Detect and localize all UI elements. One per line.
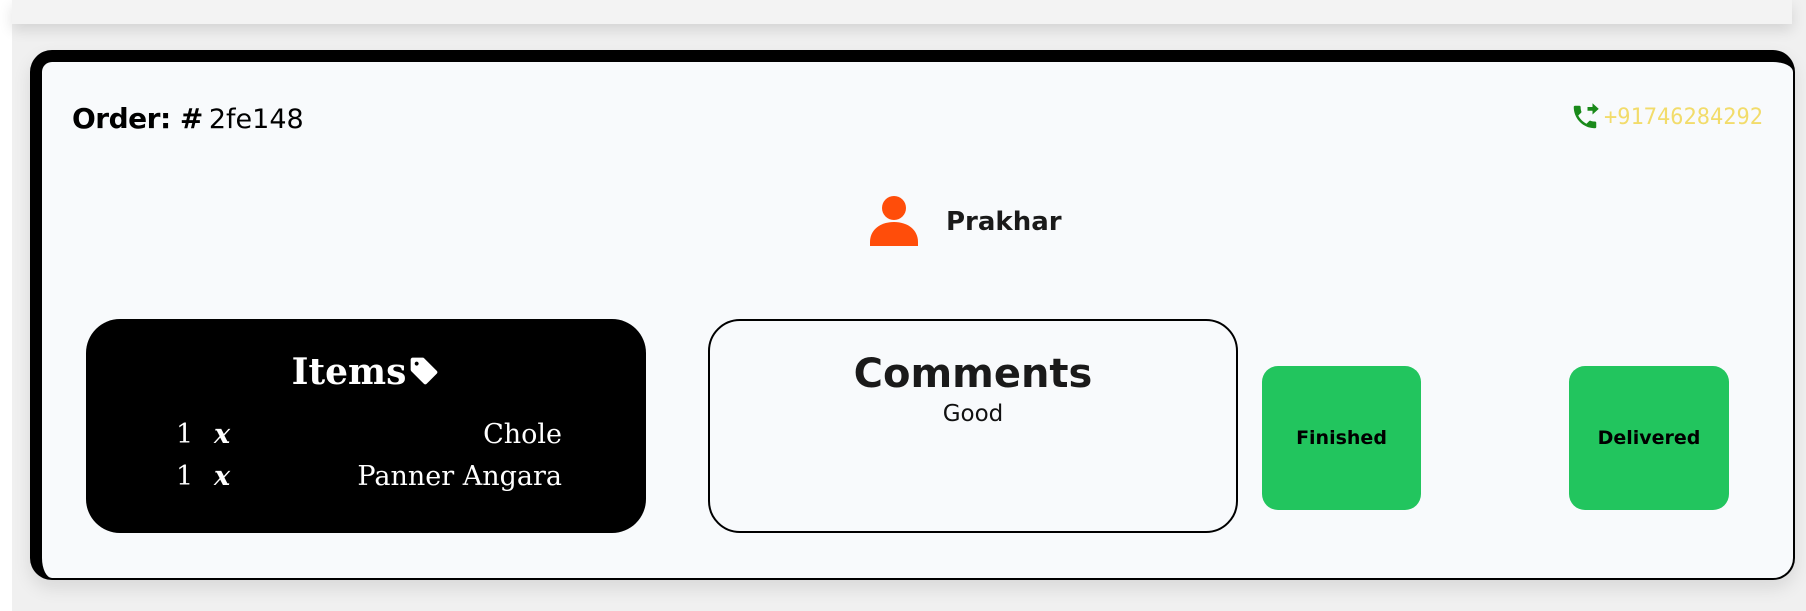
delivered-button[interactable]: Delivered: [1569, 366, 1729, 510]
customer-name: Prakhar: [946, 207, 1062, 237]
item-multiply: x: [214, 419, 231, 450]
previous-card-bottom: [12, 0, 1792, 24]
customer-info: Prakhar: [870, 194, 1062, 250]
finished-button[interactable]: Finished: [1262, 366, 1421, 510]
item-qty: 1: [176, 461, 194, 492]
items-title: Items: [86, 351, 646, 396]
item-name: Chole: [483, 419, 562, 450]
order-label: Order: #: [72, 102, 203, 135]
item-qty: 1: [176, 419, 194, 450]
items-panel: Items 1 x Chole 1 x Panner Angara: [86, 319, 646, 533]
comments-panel: Comments Good: [708, 319, 1238, 533]
order-id: 2fe148: [208, 104, 304, 135]
item-multiply: x: [214, 461, 231, 492]
item-row: 1 x Panner Angara: [176, 461, 562, 501]
items-title-text: Items: [291, 351, 407, 393]
item-row: 1 x Chole: [176, 419, 562, 459]
user-icon: [870, 194, 918, 250]
phone-number[interactable]: +91746284292: [1604, 105, 1763, 130]
item-name: Panner Angara: [357, 461, 562, 492]
page-left-edge: [0, 0, 12, 611]
phone-forward-icon[interactable]: [1570, 102, 1600, 132]
comments-title: Comments: [853, 351, 1093, 397]
comments-text: Good: [942, 401, 1004, 427]
tag-icon: [408, 354, 440, 396]
order-card: Order: #2fe148 +91746284292 Prakhar Item…: [30, 50, 1795, 580]
order-title: Order: #2fe148: [72, 102, 304, 135]
phone-contact[interactable]: +91746284292: [1570, 102, 1763, 132]
